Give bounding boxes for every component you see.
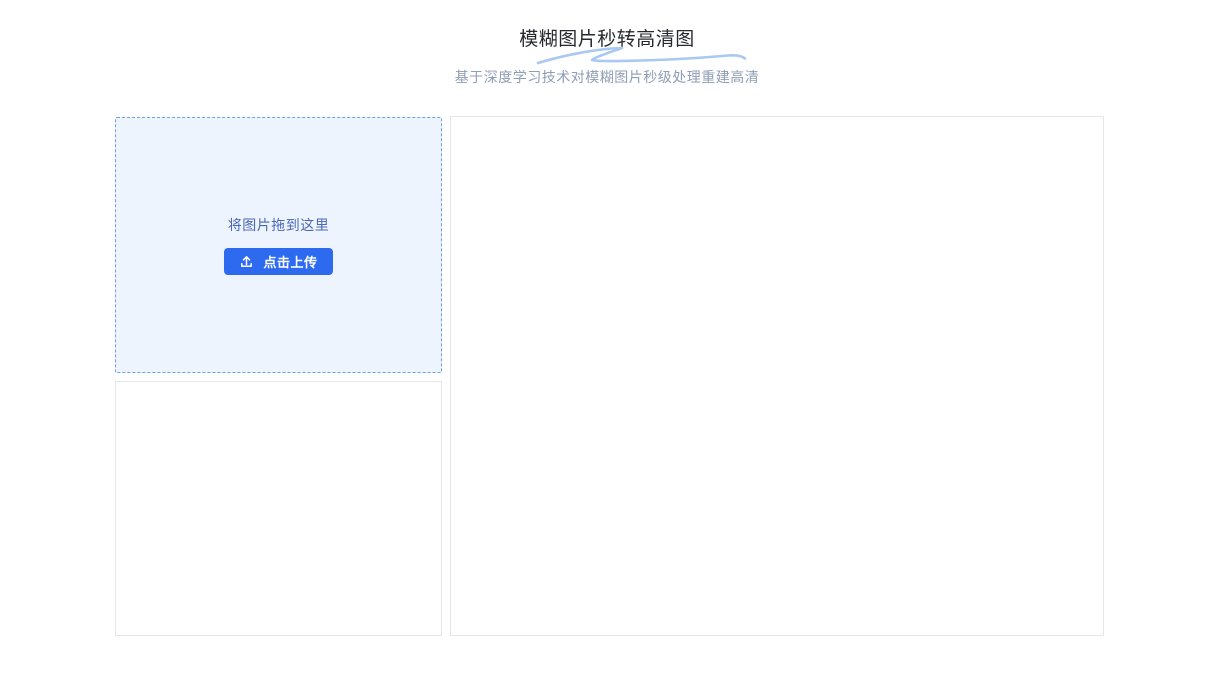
page-subtitle: 基于深度学习技术对模糊图片秒级处理重建高清 <box>0 67 1214 87</box>
upload-dropzone[interactable]: 将图片拖到这里 点击上传 <box>115 117 442 373</box>
upscaler-page: 模糊图片秒转高清图 基于深度学习技术对模糊图片秒级处理重建高清 将图片拖到这里 … <box>0 0 1214 700</box>
upload-button[interactable]: 点击上传 <box>224 248 332 275</box>
result-image-panel <box>450 116 1104 636</box>
dropzone-hint-text: 将图片拖到这里 <box>228 215 330 235</box>
title-underline-swoosh-icon <box>530 44 752 68</box>
upload-icon <box>239 254 254 269</box>
upload-button-label: 点击上传 <box>263 252 317 271</box>
source-image-panel <box>115 381 442 636</box>
